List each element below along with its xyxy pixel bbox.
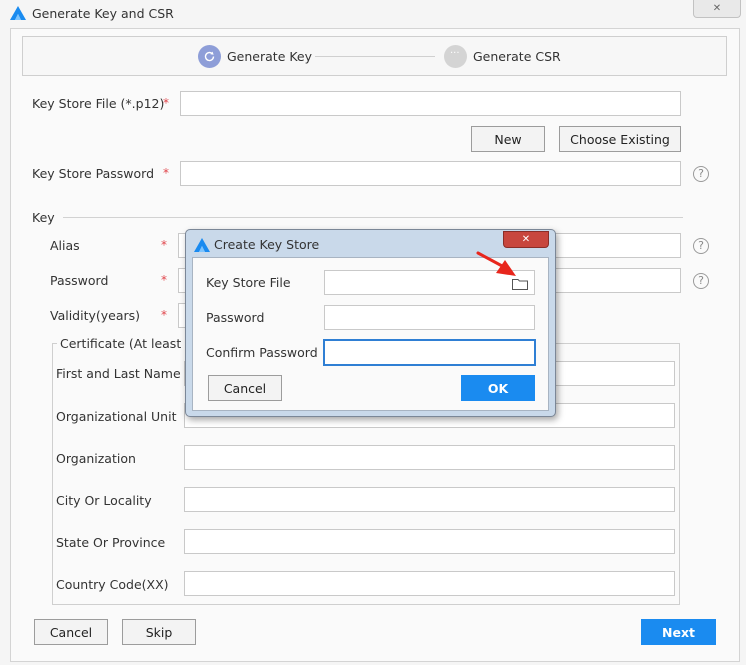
dialog-password-input[interactable] <box>324 305 535 330</box>
keystore-password-input[interactable] <box>180 161 681 186</box>
window-close-button[interactable]: ✕ <box>693 0 741 18</box>
step-label-generate-csr: Generate CSR <box>473 49 561 64</box>
validity-label: Validity(years) <box>50 308 141 323</box>
stepper: Generate Key ··· Generate CSR <box>22 36 727 76</box>
cert-field-label: Organizational Unit <box>56 409 177 424</box>
dialog-close-button[interactable]: ✕ <box>503 231 549 248</box>
dialog-file-label: Key Store File <box>206 275 291 290</box>
app-logo-icon <box>10 6 26 20</box>
keystore-password-label: Key Store Password <box>32 166 155 181</box>
cert-field-label: Organization <box>56 451 136 466</box>
required-mark: * <box>161 273 167 287</box>
required-mark: * <box>161 308 167 322</box>
cert-field-label: First and Last Name <box>56 366 181 381</box>
dialog-password-label: Password <box>206 310 265 325</box>
step-connector <box>315 56 435 57</box>
dialog-confirm-password-input[interactable] <box>323 339 536 366</box>
step-active-icon <box>198 45 221 68</box>
help-icon[interactable]: ? <box>693 238 709 254</box>
annotation-arrow-icon <box>476 251 516 276</box>
dialog-cancel-button[interactable]: Cancel <box>208 375 282 401</box>
ellipsis-icon: ··· <box>450 48 460 59</box>
dialog-title: Create Key Store <box>214 237 320 252</box>
city-locality-input[interactable] <box>184 487 675 512</box>
key-section-title: Key <box>32 210 55 225</box>
step-inactive-icon: ··· <box>444 45 467 68</box>
required-mark: * <box>163 96 169 110</box>
required-mark: * <box>163 166 169 180</box>
next-button[interactable]: Next <box>641 619 716 645</box>
required-mark: * <box>161 238 167 252</box>
cert-field-label: City Or Locality <box>56 493 152 508</box>
app-logo-icon <box>194 238 210 252</box>
key-password-label: Password <box>50 273 109 288</box>
certificate-group-title: Certificate (At least on <box>57 336 204 351</box>
dialog-ok-button[interactable]: OK <box>461 375 535 401</box>
cert-field-label: State Or Province <box>56 535 166 550</box>
key-section-divider <box>63 217 683 218</box>
alias-label: Alias <box>50 238 80 253</box>
choose-existing-button[interactable]: Choose Existing <box>559 126 681 152</box>
state-province-input[interactable] <box>184 529 675 554</box>
close-icon: ✕ <box>521 234 531 245</box>
country-code-input[interactable] <box>184 571 675 596</box>
cert-field-label: Country Code(XX) <box>56 577 169 592</box>
main-title-bar: Generate Key and CSR ✕ <box>0 0 746 28</box>
keystore-file-input[interactable] <box>180 91 681 116</box>
new-button[interactable]: New <box>471 126 545 152</box>
organization-input[interactable] <box>184 445 675 470</box>
keystore-file-label: Key Store File (*.p12) <box>32 96 165 111</box>
refresh-icon <box>204 51 215 62</box>
step-label-generate-key: Generate Key <box>227 49 313 64</box>
help-icon[interactable]: ? <box>693 273 709 289</box>
dialog-confirm-password-label: Confirm Password <box>206 345 318 360</box>
window-title: Generate Key and CSR <box>32 6 174 21</box>
help-icon[interactable]: ? <box>693 166 709 182</box>
cancel-button[interactable]: Cancel <box>34 619 108 645</box>
close-icon: ✕ <box>712 3 722 14</box>
skip-button[interactable]: Skip <box>122 619 196 645</box>
